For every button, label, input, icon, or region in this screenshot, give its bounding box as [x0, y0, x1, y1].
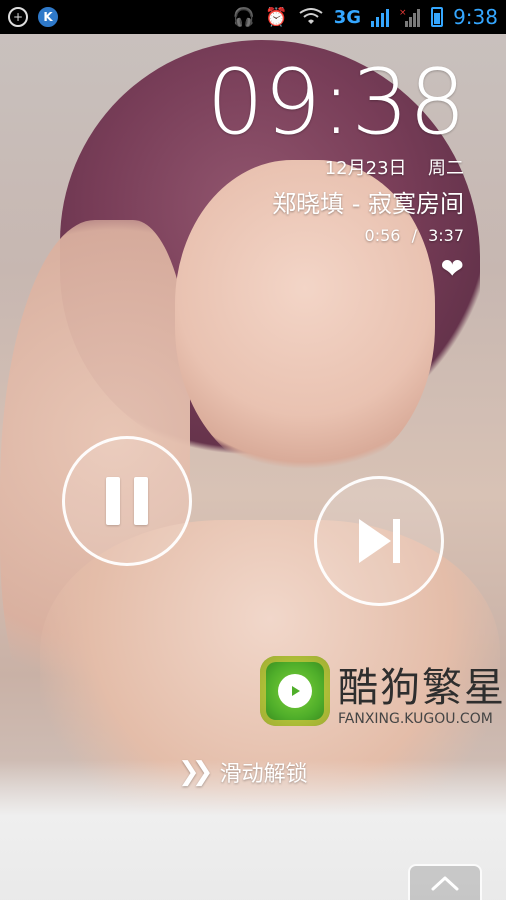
weekday-text: 周二	[428, 158, 464, 179]
kugou-logo-icon	[260, 656, 330, 726]
battery-icon	[431, 7, 444, 27]
alarm-icon: ⏰	[265, 6, 288, 28]
pause-icon	[106, 477, 148, 525]
date-text: 12月23日	[324, 158, 407, 179]
status-time: 9:38	[453, 5, 498, 29]
watermark-url: FANXING.KUGOU.COM	[338, 711, 493, 727]
lock-clock: 09:38	[206, 50, 466, 155]
status-bar: + K 🎧 ⏰ 3G × 9:38	[0, 0, 506, 34]
playback-time: 0:56 / 3:37	[365, 226, 464, 245]
slide-to-unlock-label: 滑动解锁	[219, 762, 308, 787]
network-label: 3G	[333, 6, 362, 28]
song-title: 郑晓填 - 寂寞房间	[272, 190, 464, 218]
3g-signal-icon	[371, 9, 390, 27]
expand-up-button[interactable]	[408, 864, 482, 900]
next-track-button[interactable]	[314, 476, 444, 606]
chevron-up-icon	[431, 876, 459, 891]
heart-icon[interactable]: ❤	[441, 252, 464, 285]
lock-date: 12月23日 周二	[325, 154, 464, 180]
elapsed-time: 0:56	[364, 226, 401, 245]
duration-time: 3:37	[428, 226, 464, 245]
watermark-name: 酷狗繁星	[338, 665, 506, 711]
no-signal-icon: ×	[399, 8, 421, 27]
skip-next-icon	[359, 519, 400, 563]
k-app-icon: K	[38, 7, 58, 27]
double-chevron-right-icon: ❯❯	[178, 757, 213, 787]
svg-text:×: ×	[399, 8, 407, 18]
wifi-icon	[299, 8, 323, 24]
headset-icon: 🎧	[232, 6, 256, 28]
time-separator: /	[411, 226, 417, 245]
slide-to-unlock[interactable]: ❯❯ 滑动解锁	[178, 756, 308, 788]
add-circle-icon: +	[8, 7, 28, 27]
pause-button[interactable]	[62, 436, 192, 566]
kugou-fanxing-watermark: 酷狗繁星 FANXING.KUGOU.COM	[260, 655, 506, 727]
